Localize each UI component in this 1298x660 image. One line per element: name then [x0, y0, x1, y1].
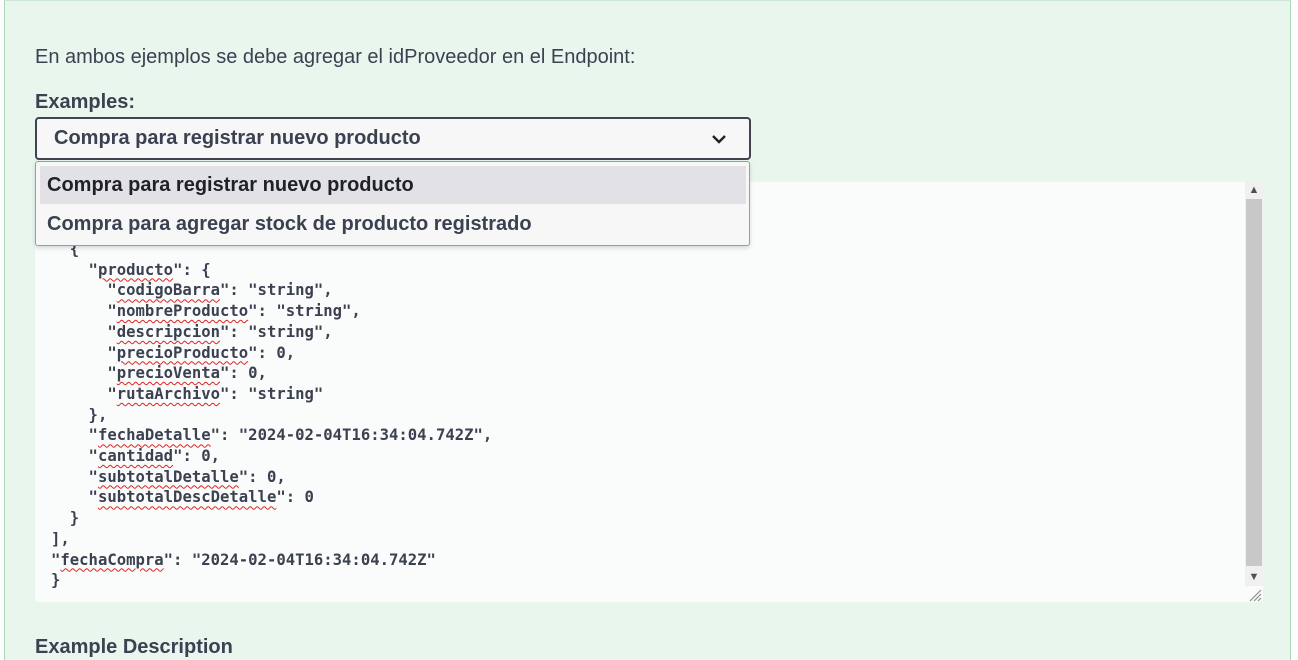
examples-select-value: Compra para registrar nuevo producto: [54, 127, 421, 149]
code-key: fechaCompra: [60, 550, 164, 569]
code-line: }: [51, 571, 61, 590]
code-line: "codigoBarra": "string",: [51, 281, 333, 300]
code-key: subtotalDescDetalle: [97, 488, 277, 507]
endpoint-description: En ambos ejemplos se debe agregar el idP…: [35, 46, 636, 68]
code-key: producto: [97, 260, 174, 279]
code-line: "precioVenta": 0,: [51, 364, 267, 383]
code-line: "fechaCompra": "2024-02-04T16:34:04.742Z…: [51, 550, 436, 569]
examples-label: Examples:: [35, 91, 136, 113]
scrollbar-thumb[interactable]: [1246, 199, 1262, 566]
code-line: "subtotalDescDetalle": 0: [51, 488, 314, 507]
code-line: "fechaDetalle": "2024-02-04T16:34:04.742…: [51, 426, 493, 445]
code-line: "descripcion": "string",: [51, 322, 333, 341]
resize-handle-icon[interactable]: [1246, 586, 1262, 602]
request-body-code[interactable]: { "producto": { "codigoBarra": "string",…: [51, 239, 492, 591]
scroll-down-icon[interactable]: ▼: [1245, 569, 1263, 585]
dropdown-option[interactable]: Compra para registrar nuevo producto: [40, 166, 746, 204]
code-line: "nombreProducto": "string",: [51, 302, 361, 321]
code-key: descripcion: [116, 322, 220, 341]
code-key: subtotalDetalle: [97, 467, 239, 486]
code-line: },: [51, 405, 108, 424]
code-line: "cantidad": 0,: [51, 447, 221, 466]
dropdown-option[interactable]: Compra para agregar stock de producto re…: [40, 205, 746, 243]
code-key: precioVenta: [116, 364, 220, 383]
code-line: "subtotalDetalle": 0,: [51, 467, 286, 486]
code-line: "producto": {: [51, 260, 211, 279]
code-key: codigoBarra: [116, 281, 220, 300]
scroll-up-icon[interactable]: ▲: [1245, 182, 1263, 198]
chevron-down-icon: [712, 135, 726, 144]
code-line: }: [51, 509, 80, 528]
code-key: nombreProducto: [116, 302, 249, 321]
code-line: "precioProducto": 0,: [51, 343, 296, 362]
code-key: fechaDetalle: [97, 426, 211, 445]
code-line: ],: [51, 529, 70, 548]
code-key: precioProducto: [116, 343, 249, 362]
examples-select[interactable]: Compra para registrar nuevo producto: [35, 117, 751, 160]
examples-dropdown-list: Compra para registrar nuevo producto Com…: [35, 161, 750, 246]
code-key: rutaArchivo: [116, 384, 220, 403]
code-key: cantidad: [97, 447, 174, 466]
example-description-heading: Example Description: [35, 636, 233, 658]
code-line: "rutaArchivo": "string": [51, 384, 324, 403]
